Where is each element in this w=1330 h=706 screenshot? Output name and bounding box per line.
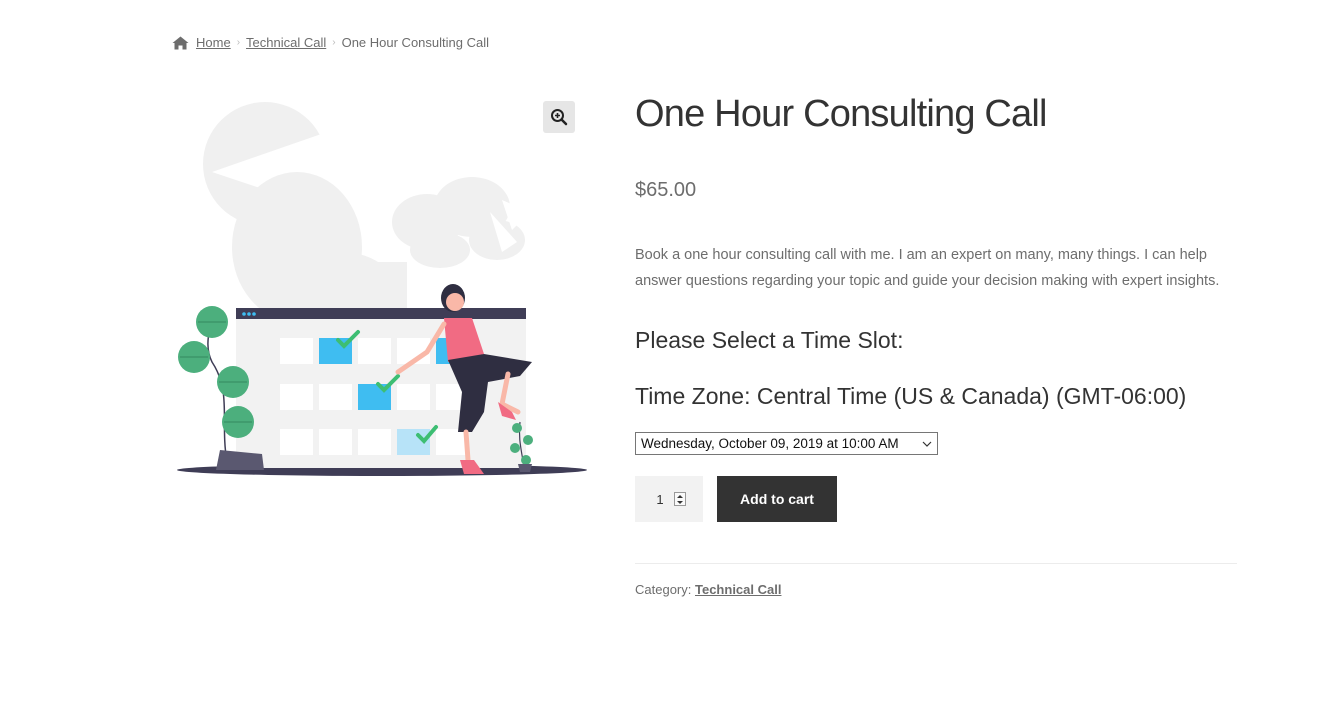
product-price: $65.00	[635, 179, 697, 201]
product-title: One Hour Consulting Call	[635, 93, 1047, 135]
home-icon	[172, 36, 189, 49]
calendar-booking-illustration	[177, 102, 587, 476]
product-page: Home › Technical Call › One Hour Consult…	[0, 0, 1330, 706]
add-to-cart-button[interactable]: Add to cart	[717, 476, 837, 522]
product-image[interactable]	[172, 92, 587, 487]
breadcrumb-current: One Hour Consulting Call	[341, 35, 489, 50]
add-to-cart-form: 1 Add to cart	[635, 476, 1237, 522]
time-slot-selected-value: Wednesday, October 09, 2019 at 10:00 AM	[641, 436, 899, 451]
product-meta: Category: Technical Call	[635, 582, 1237, 597]
divider	[635, 563, 1237, 564]
chevron-down-icon	[922, 441, 932, 447]
breadcrumb-category-link[interactable]: Technical Call	[246, 35, 326, 50]
product-description: Book a one hour consulting call with me.…	[635, 247, 1220, 289]
time-slot-heading: Please Select a Time Slot:	[635, 327, 904, 353]
chevron-right-icon: ›	[236, 37, 241, 48]
zoom-in-icon	[551, 109, 568, 126]
quantity-value: 1	[656, 491, 664, 507]
time-slot-select[interactable]: Wednesday, October 09, 2019 at 10:00 AM	[635, 432, 938, 455]
category-label: Category:	[635, 582, 692, 597]
category-link[interactable]: Technical Call	[695, 582, 781, 597]
zoom-button[interactable]	[543, 101, 575, 133]
spinner-arrows-icon[interactable]	[673, 492, 686, 506]
breadcrumb: Home › Technical Call › One Hour Consult…	[172, 35, 489, 50]
quantity-stepper[interactable]: 1	[635, 476, 703, 522]
breadcrumb-home-link[interactable]: Home	[196, 35, 231, 50]
chevron-right-icon: ›	[332, 37, 336, 48]
product-summary: One Hour Consulting Call $65.00 Book a o…	[635, 88, 1237, 597]
timezone-heading: Time Zone: Central Time (US & Canada) (G…	[635, 383, 1187, 409]
